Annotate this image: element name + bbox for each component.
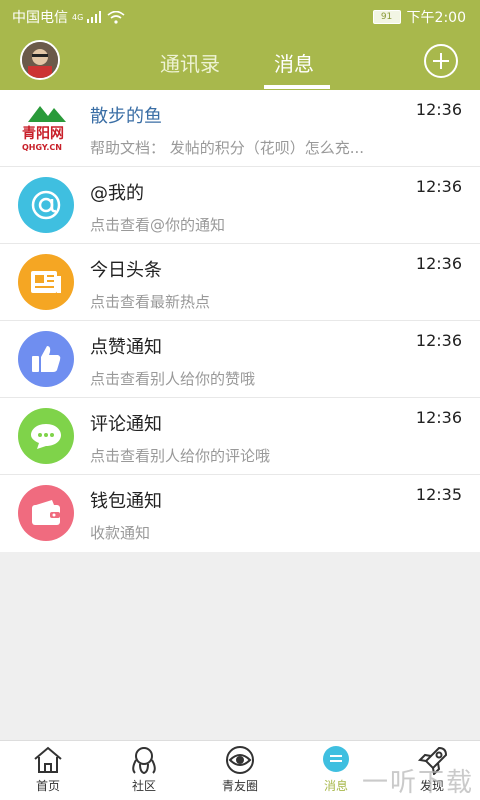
tab-label: 消息 — [323, 779, 348, 793]
comment-icon — [18, 408, 74, 464]
message-icon — [323, 746, 349, 772]
tab-messages-bottom[interactable]: 消息 — [301, 745, 371, 794]
logo-text: 青阳网 — [22, 125, 64, 142]
message-time: 12:35 — [415, 485, 462, 504]
message-subtitle: 帮助文档： 发帖的积分（花呗）怎么充... — [90, 139, 365, 157]
clock: 下午2:00 — [406, 10, 466, 26]
logo-subtext: QHGY.CN — [22, 143, 62, 152]
message-time: 12:36 — [415, 408, 462, 427]
message-title: 散步的鱼 — [90, 106, 162, 127]
avatar[interactable] — [20, 40, 60, 80]
message-subtitle: 点击查看最新热点 — [90, 293, 211, 311]
message-time: 12:36 — [415, 177, 462, 196]
message-title: 钱包通知 — [90, 491, 162, 512]
message-time: 12:36 — [415, 100, 462, 119]
tab-label: 社区 — [131, 779, 156, 793]
carrier-label: 中国电信 — [12, 10, 68, 26]
message-subtitle: 点击查看别人给你的评论哦 — [90, 447, 271, 465]
wallet-icon — [18, 485, 74, 541]
watermark: 一听下载 — [361, 768, 474, 798]
network-label: 4G — [72, 12, 84, 22]
list-item[interactable]: 今日头条 点击查看最新热点 12:36 — [0, 244, 480, 321]
tab-label: 青友圈 — [221, 779, 258, 793]
active-tab-indicator — [264, 85, 330, 89]
message-list: 青阳网 QHGY.CN 散步的鱼 帮助文档： 发帖的积分（花呗）怎么充... 1… — [0, 90, 480, 552]
message-time: 12:36 — [415, 331, 462, 350]
tab-messages[interactable]: 消息 — [274, 48, 314, 77]
eye-circle-icon — [226, 746, 254, 774]
community-icon — [132, 747, 156, 775]
message-subtitle: 收款通知 — [90, 524, 151, 542]
at-icon — [18, 177, 74, 233]
thumbs-up-icon — [18, 331, 74, 387]
message-subtitle: 点击查看别人给你的赞哦 — [90, 370, 256, 388]
top-nav: 通讯录 消息 — [0, 32, 480, 90]
list-item[interactable]: 点赞通知 点击查看别人给你的赞哦 12:36 — [0, 321, 480, 398]
tab-friends-circle[interactable]: 青友圈 — [205, 745, 275, 794]
message-title: 评论通知 — [90, 414, 162, 435]
list-item[interactable]: @我的 点击查看@你的通知 12:36 — [0, 167, 480, 244]
plus-circle-icon — [433, 53, 449, 69]
status-bar: 中国电信 4G 91 下午2:00 — [0, 0, 480, 32]
tab-contacts[interactable]: 通讯录 — [160, 48, 220, 77]
home-icon — [34, 746, 62, 773]
battery-icon: 91 — [372, 10, 401, 24]
tab-home[interactable]: 首页 — [13, 745, 83, 794]
qingyang-logo-icon: 青阳网 QHGY.CN — [18, 98, 76, 156]
message-title: 点赞通知 — [90, 337, 162, 358]
wifi-icon — [107, 10, 125, 24]
message-title: @我的 — [90, 183, 144, 204]
tab-label: 首页 — [35, 779, 60, 793]
message-time: 12:36 — [415, 254, 462, 273]
message-title: 今日头条 — [90, 260, 162, 281]
newspaper-icon — [18, 254, 74, 310]
signal-icon — [87, 11, 102, 23]
list-item[interactable]: 钱包通知 收款通知 12:35 — [0, 475, 480, 552]
list-item[interactable]: 评论通知 点击查看别人给你的评论哦 12:36 — [0, 398, 480, 475]
tab-community[interactable]: 社区 — [109, 745, 179, 794]
list-item[interactable]: 青阳网 QHGY.CN 散步的鱼 帮助文档： 发帖的积分（花呗）怎么充... 1… — [0, 90, 480, 167]
add-button[interactable] — [424, 44, 458, 78]
message-subtitle: 点击查看@你的通知 — [90, 216, 226, 234]
